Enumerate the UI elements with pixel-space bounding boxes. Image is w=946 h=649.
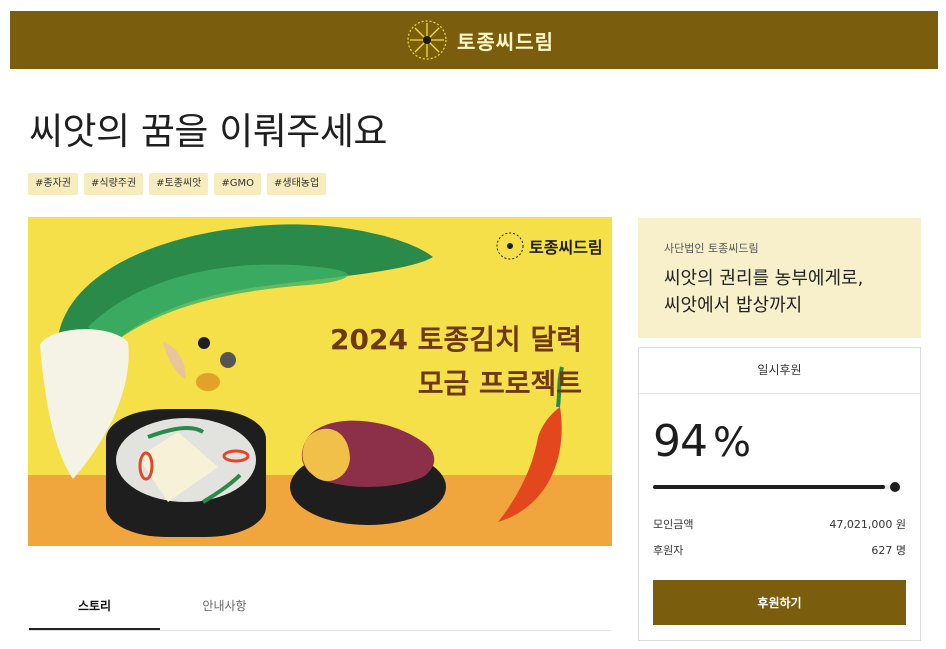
- percent-unit: %: [713, 420, 751, 466]
- amount-value: 47,021,000 원: [829, 518, 906, 531]
- funding-stats: 94% 모인금액 47,021,000 원 후원자 627 명: [639, 393, 920, 594]
- backers-label: 후원자: [653, 544, 684, 557]
- tag-chip[interactable]: #토종씨앗: [149, 173, 209, 195]
- percent-value: 94: [653, 416, 708, 467]
- content-tabs: 스토리 안내사항: [29, 588, 611, 631]
- hero-brand-text: 토종씨드림: [529, 238, 603, 257]
- amount-label: 모인금액: [653, 518, 694, 531]
- hero-image: 토종씨드림 2024 토종김치 달력 모금 프로젝트: [28, 217, 612, 546]
- tag-chip[interactable]: #종자권: [28, 173, 78, 195]
- organization-name[interactable]: 사단법인 토종씨드림: [664, 240, 759, 256]
- dandelion-seed-icon: [407, 20, 447, 60]
- tag-chip[interactable]: #식량주권: [83, 173, 144, 195]
- progress-fill: [653, 485, 886, 489]
- backers-row: 후원자 627 명: [653, 542, 906, 558]
- funding-type-label[interactable]: 일시후원: [639, 348, 920, 392]
- tab-notice[interactable]: 안내사항: [159, 597, 290, 614]
- hero-headline-line1: 2024 토종김치 달력: [330, 323, 582, 356]
- funding-percent: 94%: [653, 416, 751, 467]
- organization-slogan: 씨앗의 권리를 농부에게로, 씨앗에서 밥상까지: [664, 265, 863, 319]
- brand-logo[interactable]: 토종씨드림: [403, 11, 554, 69]
- progress-bar: [653, 482, 900, 492]
- organization-card: 사단법인 토종씨드림 씨앗의 권리를 농부에게로, 씨앗에서 밥상까지: [638, 218, 921, 338]
- funding-panel: 일시후원 94% 모인금액 47,021,000 원 후원자 627 명 후원하…: [638, 347, 921, 641]
- page-title: 씨앗의 꿈을 이뤄주세요: [29, 110, 387, 153]
- slogan-line2: 씨앗에서 밥상까지: [664, 295, 803, 316]
- donate-button[interactable]: 후원하기: [653, 580, 906, 625]
- brand-name: 토종씨드림: [457, 29, 554, 54]
- amount-row: 모인금액 47,021,000 원: [653, 516, 906, 532]
- slogan-line1: 씨앗의 권리를 농부에게로,: [664, 268, 864, 289]
- progress-knob: [890, 482, 900, 492]
- tag-chip[interactable]: #생태농업: [267, 173, 327, 195]
- tab-story[interactable]: 스토리: [29, 597, 160, 630]
- tag-chip[interactable]: #GMO: [214, 173, 261, 195]
- top-header-bar: 토종씨드림: [10, 11, 938, 69]
- tag-list: #종자권 #식량주권 #토종씨앗 #GMO #생태농업: [28, 173, 327, 195]
- hero-headline-line2: 모금 프로젝트: [418, 367, 582, 400]
- backers-value: 627 명: [871, 544, 906, 557]
